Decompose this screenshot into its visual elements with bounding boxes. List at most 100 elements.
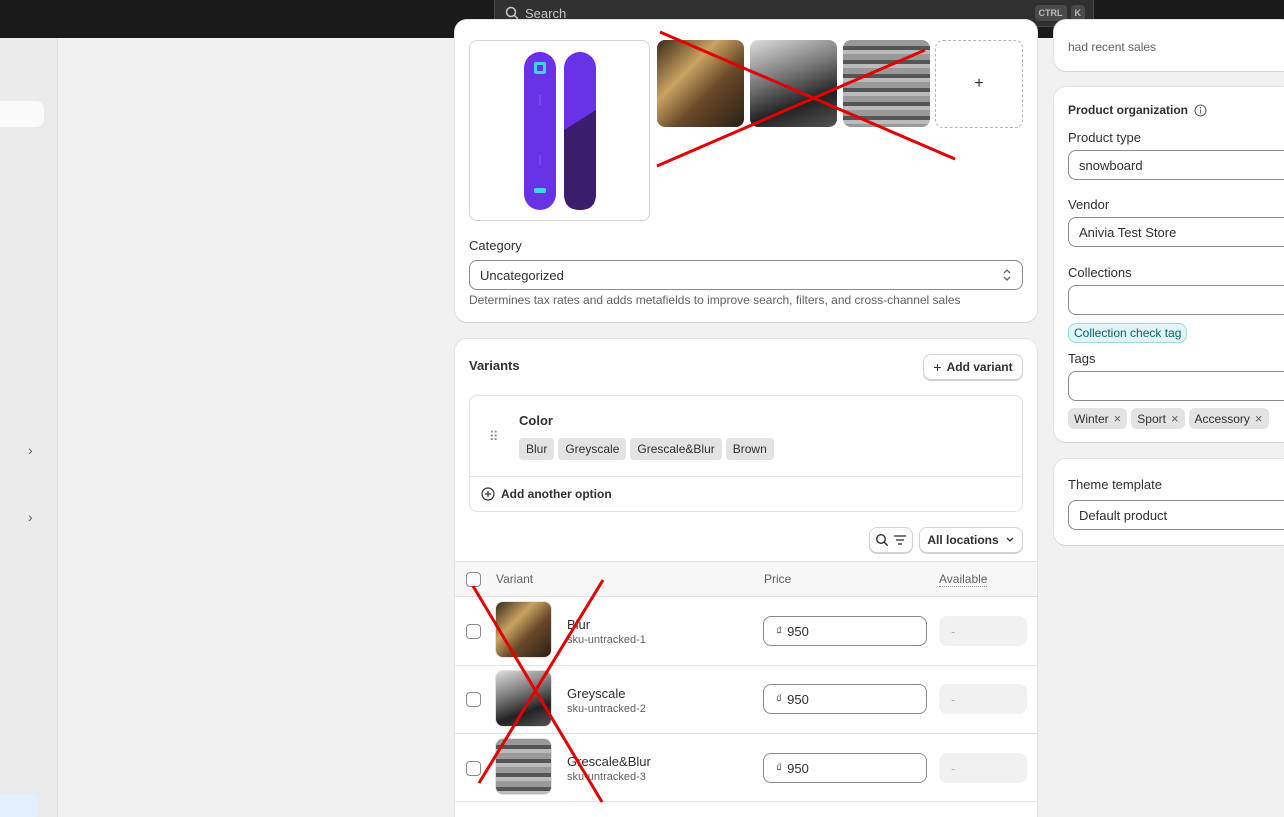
locations-label: All locations [927,533,999,547]
variant-thumbnail[interactable] [495,670,552,727]
row-checkbox[interactable] [466,624,481,639]
theme-template-label: Theme template [1068,477,1162,492]
recent-sales-text: had recent sales [1068,40,1157,54]
sales-card: had recent sales [1054,20,1284,71]
variant-sku: sku-untracked-1 [567,634,646,646]
category-help-text: Determines tax rates and adds metafields… [469,293,961,307]
available-field: - [939,753,1027,783]
variants-card: Variants + Add variant ⠿ Color Blur Greys… [455,339,1037,817]
sidebar-highlight-item[interactable] [0,794,38,817]
add-another-option-label: Add another option [501,487,612,501]
search-icon [875,533,889,547]
available-field: - [939,684,1027,714]
currency-symbol: ₫ [776,692,783,706]
price-input[interactable]: ₫ 950 [763,684,927,714]
tag-label: Accessory [1194,411,1250,426]
tags-label: Tags [1068,351,1096,366]
option-value-chip: Grescale&Blur [630,438,722,460]
tag-chip[interactable]: Sport × [1131,408,1185,429]
tag-label: Sport [1137,411,1166,426]
option-value-chip: Blur [519,438,555,460]
column-variant: Variant [496,572,534,586]
drag-handle-icon[interactable]: ⠿ [489,429,498,445]
option-name: Color [519,413,553,428]
filter-icon [894,535,906,545]
shortcut-ctrl: CTRL [1034,5,1067,21]
tag-chip[interactable]: Accessory × [1188,408,1269,429]
product-organization-title: Product organization [1068,103,1188,117]
column-available: Available [939,572,988,587]
select-arrows-icon [1003,269,1011,281]
vendor-label: Vendor [1068,197,1110,212]
tags-input[interactable] [1068,371,1284,401]
locations-dropdown[interactable]: All locations [919,527,1023,553]
row-checkbox[interactable] [466,692,481,707]
vendor-input[interactable]: Anivia Test Store [1068,217,1284,247]
search-placeholder: Search [525,5,567,21]
select-all-checkbox[interactable] [466,572,481,587]
variant-sku: sku-untracked-3 [567,771,646,783]
media-thumb-blur[interactable] [657,40,744,127]
product-organization-card: Product organization Product type snowbo… [1054,87,1284,442]
product-type-label: Product type [1068,130,1141,145]
media-thumb-greyscale[interactable] [750,40,837,127]
option-value-chip: Greyscale [558,438,627,460]
variant-name[interactable]: Grescale&Blur [567,754,651,769]
price-input[interactable]: ₫ 950 [763,616,927,646]
media-thumb-grescale-blur[interactable] [843,40,930,127]
price-input[interactable]: ₫ 950 [763,753,927,783]
price-value: 950 [787,760,809,776]
table-row[interactable]: Blur sku-untracked-1 ₫ 950 - [455,596,1037,665]
available-field: - [939,616,1027,646]
product-main-image[interactable] [469,40,650,221]
product-type-input[interactable]: snowboard [1068,150,1284,180]
add-media-button[interactable]: + [935,40,1023,128]
variant-name[interactable]: Blur [567,617,590,632]
add-variant-button[interactable]: + Add variant [923,354,1023,380]
shortcut-k: K [1070,5,1085,21]
collection-tag[interactable]: Collection check tag [1068,323,1188,343]
table-row[interactable]: Greyscale sku-untracked-2 ₫ 950 - [455,665,1037,734]
add-variant-label: Add variant [946,360,1013,374]
chevron-down-icon [1006,537,1014,542]
variants-title: Variants [469,358,520,373]
currency-symbol: ₫ [776,761,783,775]
theme-template-select[interactable]: Default product [1068,500,1284,530]
row-checkbox[interactable] [466,761,481,776]
media-category-card: + Category Uncategorized Determines tax … [455,20,1037,322]
search-filter-button[interactable] [869,527,913,553]
tag-chip[interactable]: Winter × [1068,408,1128,429]
column-price: Price [764,572,792,586]
category-value: Uncategorized [480,267,564,283]
remove-tag-icon[interactable]: × [1255,411,1263,426]
sidebar: › › [0,38,58,817]
option-values[interactable]: Blur Greyscale Grescale&Blur Brown [519,438,778,460]
variant-name[interactable]: Greyscale [567,686,626,701]
table-row[interactable]: Grescale&Blur sku-untracked-3 ₫ 950 - [455,733,1037,802]
variant-thumbnail[interactable] [495,738,552,795]
variant-sku: sku-untracked-2 [567,703,646,715]
remove-tag-icon[interactable]: × [1114,411,1122,426]
table-row [455,801,1037,811]
price-value: 950 [787,691,809,707]
snowboard-image [523,51,596,210]
category-label: Category [469,238,522,253]
option-value-chip: Brown [725,438,774,460]
theme-template-card: Theme template Default product [1054,459,1284,545]
chevron-right-icon[interactable]: › [28,442,33,458]
search-icon [505,6,519,20]
chevron-right-icon[interactable]: › [28,509,33,525]
category-select[interactable]: Uncategorized [469,260,1023,290]
option-block: ⠿ Color Blur Greyscale Grescale&Blur Brown … [469,395,1023,512]
variants-table-header: Variant Price Available [455,561,1037,597]
add-another-option-button[interactable]: Add another option [481,487,612,501]
sidebar-active-item[interactable] [0,101,44,127]
currency-symbol: ₫ [776,624,783,638]
variant-thumbnail[interactable] [495,601,552,658]
remove-tag-icon[interactable]: × [1171,411,1179,426]
plus-icon: + [933,359,942,375]
info-icon[interactable] [1194,103,1207,117]
price-value: 950 [787,623,809,639]
collections-label: Collections [1068,265,1132,280]
collections-input[interactable] [1068,285,1284,315]
